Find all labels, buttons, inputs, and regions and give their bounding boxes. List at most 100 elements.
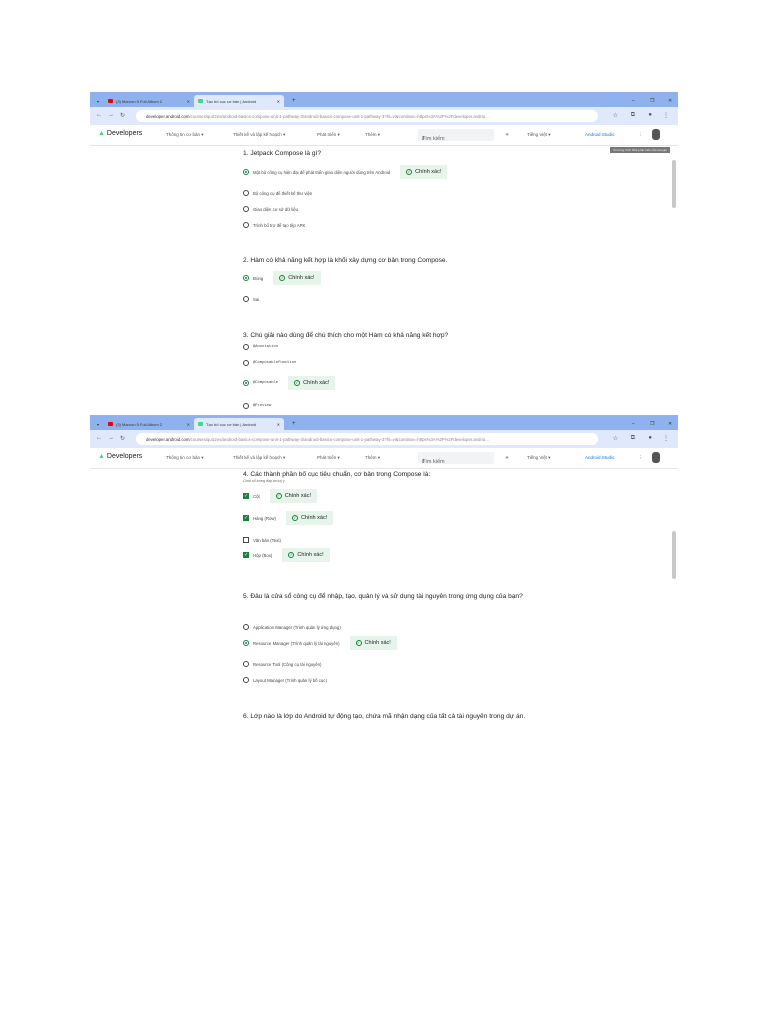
tab-close-icon[interactable]: ✕ bbox=[277, 99, 280, 104]
profile-icon[interactable]: ● bbox=[648, 435, 652, 441]
answer-option[interactable]: ✓ Cột ✓ Chính xác! bbox=[243, 489, 317, 503]
back-icon[interactable]: ← bbox=[96, 112, 102, 118]
menu-icon[interactable]: ⋮ bbox=[663, 112, 669, 119]
answer-option[interactable]: @Annotation bbox=[243, 341, 278, 353]
radio-button[interactable] bbox=[243, 296, 249, 302]
radio-button[interactable] bbox=[243, 344, 249, 350]
answer-option[interactable]: @Composable ✓ Chính xác! bbox=[243, 376, 336, 390]
extensions-icon[interactable]: ⧉ bbox=[631, 435, 635, 442]
answer-option[interactable]: Resource Tool (Công cụ tài nguyên) bbox=[243, 658, 321, 670]
developers-logo[interactable]: ▲ Developers bbox=[98, 453, 142, 460]
checkbox[interactable]: ✓ bbox=[243, 552, 249, 558]
back-icon[interactable]: ← bbox=[96, 435, 102, 441]
radio-button[interactable] bbox=[243, 169, 249, 175]
menu-icon[interactable]: ⋮ bbox=[663, 435, 669, 442]
question-title: 4. Các thành phần bố cục tiêu chuẩn, cơ … bbox=[243, 471, 431, 478]
browser-tab[interactable]: Tạo bố cục cơ bản | Android ✕ bbox=[194, 418, 284, 430]
tab-list-button[interactable]: ▾ bbox=[93, 418, 103, 430]
radio-button[interactable] bbox=[243, 275, 249, 281]
language-select[interactable]: Tiếng Việt ▾ bbox=[527, 132, 551, 138]
nav-item[interactable]: Phát triển ▾ bbox=[317, 132, 340, 138]
correct-label: Chính xác! bbox=[284, 493, 311, 499]
nav-item[interactable]: Thiết kế và lập kế hoạch ▾ bbox=[233, 132, 285, 138]
answer-option[interactable]: Application Manager (Trình quản lý ứng d… bbox=[243, 621, 341, 633]
maximize-icon[interactable]: ❐ bbox=[646, 95, 658, 107]
answer-option[interactable]: Văn bản (Text) bbox=[243, 534, 281, 546]
new-tab-button[interactable]: + bbox=[288, 418, 300, 430]
checkbox[interactable]: ✓ bbox=[243, 515, 249, 521]
tab-list-button[interactable]: ▾ bbox=[93, 95, 103, 107]
close-icon[interactable]: ✕ bbox=[664, 95, 676, 107]
answer-option[interactable]: Đúng ✓ Chính xác! bbox=[243, 271, 321, 285]
minimize-icon[interactable]: – bbox=[628, 95, 639, 107]
radio-button[interactable] bbox=[243, 640, 249, 646]
option-label: Bộ công cụ để thiết kế thư viện bbox=[253, 190, 313, 196]
answer-option[interactable]: Sai bbox=[243, 293, 259, 305]
answer-option[interactable]: @ComposableFunction bbox=[243, 357, 296, 369]
answer-option[interactable]: Một bộ công cụ hiện đại để phát triển gi… bbox=[243, 165, 448, 179]
scrollbar[interactable] bbox=[672, 160, 676, 208]
forward-icon[interactable]: → bbox=[108, 435, 114, 441]
answer-option[interactable]: Bộ công cụ để thiết kế thư viện bbox=[243, 187, 312, 199]
developers-logo[interactable]: ▲ Developers bbox=[98, 130, 142, 137]
language-select[interactable]: Tiếng Việt ▾ bbox=[527, 455, 551, 461]
answer-option[interactable]: ✓ Hàng (Row) ✓ Chính xác! bbox=[243, 511, 334, 525]
search-input[interactable]: ⌕ Tìm kiếm / bbox=[418, 129, 494, 142]
radio-button[interactable] bbox=[243, 222, 249, 228]
profile-icon[interactable]: ● bbox=[648, 112, 652, 118]
reload-icon[interactable]: ↻ bbox=[120, 112, 125, 119]
radio-button[interactable] bbox=[243, 677, 249, 683]
correct-label: Chính xác! bbox=[364, 640, 391, 646]
nav-item[interactable]: Thêm ▾ bbox=[365, 455, 380, 461]
radio-button[interactable] bbox=[243, 360, 249, 366]
tab-close-icon[interactable]: ✕ bbox=[187, 422, 190, 427]
nav-item[interactable]: Thiết kế và lập kế hoạch ▾ bbox=[233, 455, 285, 461]
nav-item[interactable]: Phát triển ▾ bbox=[317, 455, 340, 461]
bookmark-star-icon[interactable]: ☆ bbox=[613, 435, 618, 442]
nav-item[interactable]: Thông tin cơ bản ▾ bbox=[166, 132, 203, 138]
browser-tab[interactable]: Tạo bố cục cơ bản | Android ✕ bbox=[194, 95, 284, 107]
answer-option[interactable]: Giao diện cơ sở dữ liệu bbox=[243, 203, 298, 215]
browser-tab[interactable]: (3) Maroon 5 Full Album 2 ✕ bbox=[104, 95, 194, 107]
android-studio-link[interactable]: Android Studio bbox=[585, 455, 615, 460]
theme-toggle-icon[interactable]: ☀ bbox=[505, 455, 509, 461]
answer-option[interactable]: Layout Manager (Trình quản lý bố cục) bbox=[243, 674, 327, 686]
radio-button[interactable] bbox=[243, 190, 249, 196]
reload-icon[interactable]: ↻ bbox=[120, 435, 125, 442]
tab-close-icon[interactable]: ✕ bbox=[187, 99, 190, 104]
checkbox[interactable]: ✓ bbox=[243, 493, 249, 499]
extensions-icon[interactable]: ⧉ bbox=[631, 112, 635, 119]
radio-button[interactable] bbox=[243, 206, 249, 212]
nav-item[interactable]: Thêm ▾ bbox=[365, 132, 380, 138]
scrollbar[interactable] bbox=[672, 531, 676, 579]
tab-close-icon[interactable]: ✕ bbox=[277, 422, 280, 427]
bookmark-star-icon[interactable]: ☆ bbox=[613, 112, 618, 119]
radio-button[interactable] bbox=[243, 403, 249, 409]
answer-option[interactable]: ✓ Hộp (Box) ✓ Chính xác! bbox=[243, 548, 330, 562]
correct-badge: ✓ Chính xác! bbox=[349, 636, 397, 650]
url-field[interactable]: developer.android.com/courses/quizzes/an… bbox=[136, 433, 598, 445]
tab-bar: ▾ (3) Maroon 5 Full Album 2 ✕ Tạo bố cục cơ… bbox=[90, 415, 678, 430]
avatar[interactable] bbox=[652, 129, 660, 140]
forward-icon[interactable]: → bbox=[108, 112, 114, 118]
maximize-icon[interactable]: ❐ bbox=[646, 418, 658, 430]
android-studio-link[interactable]: Android Studio bbox=[585, 132, 615, 137]
radio-button[interactable] bbox=[243, 380, 249, 386]
radio-button[interactable] bbox=[243, 624, 249, 630]
checkbox[interactable] bbox=[243, 537, 249, 543]
radio-button[interactable] bbox=[243, 661, 249, 667]
nav-item[interactable]: Thông tin cơ bản ▾ bbox=[166, 455, 203, 461]
answer-option[interactable]: Resource Manager (Trình quản lý tài nguy… bbox=[243, 636, 397, 650]
answer-option[interactable]: Trình bổ trợ để tạo tệp APK bbox=[243, 219, 305, 231]
more-menu-icon[interactable]: ⋮ bbox=[638, 455, 643, 461]
url-field[interactable]: developer.android.com/courses/quizzes/an… bbox=[136, 110, 598, 122]
search-input[interactable]: ⌕ Tìm kiếm / bbox=[418, 452, 494, 465]
new-tab-button[interactable]: + bbox=[288, 95, 300, 107]
answer-option[interactable]: @Preview bbox=[243, 400, 271, 412]
browser-tab[interactable]: (3) Maroon 5 Full Album 2 ✕ bbox=[104, 418, 194, 430]
minimize-icon[interactable]: – bbox=[628, 418, 639, 430]
theme-toggle-icon[interactable]: ☀ bbox=[505, 132, 509, 138]
more-menu-icon[interactable]: ⋮ bbox=[638, 132, 643, 138]
avatar[interactable] bbox=[652, 452, 660, 463]
close-icon[interactable]: ✕ bbox=[664, 418, 676, 430]
